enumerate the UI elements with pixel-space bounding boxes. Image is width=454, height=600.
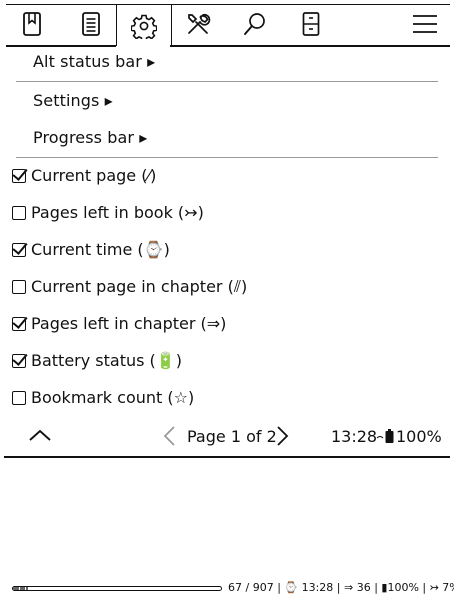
- tools-icon: [188, 13, 211, 34]
- chapter-tick: [68, 587, 70, 590]
- chapter-tick: [35, 587, 37, 590]
- chapter-tick: [173, 587, 174, 590]
- tab-settings[interactable]: [116, 5, 172, 46]
- tab-main-menu[interactable]: [402, 5, 448, 43]
- checkbox[interactable]: [12, 205, 26, 220]
- chapter-tick: [195, 587, 196, 590]
- checkbox[interactable]: [12, 280, 26, 294]
- chapter-tick: [145, 587, 147, 590]
- search-icon: [244, 13, 265, 35]
- chapter-tick: [134, 587, 136, 590]
- chapter-tick: [151, 587, 152, 590]
- chapter-tick: [200, 587, 202, 590]
- option-label: Current page (⁄): [31, 166, 157, 185]
- tab-tools[interactable]: [172, 5, 224, 43]
- hamburger-icon: [413, 15, 437, 33]
- tab-search[interactable]: [228, 5, 282, 43]
- tab-file-manager[interactable]: [286, 5, 336, 43]
- option-label: Current time (⌚): [31, 240, 170, 259]
- chapter-tick: [74, 587, 75, 590]
- battery-icon: [385, 429, 394, 443]
- separator: [16, 157, 438, 158]
- reading-progress-bar: [12, 586, 222, 591]
- option-label: Pages left in chapter (⇒): [31, 314, 227, 333]
- option-bookmark-count[interactable]: Bookmark count (☆): [12, 388, 194, 407]
- chapter-tick: [189, 587, 191, 590]
- document-list-icon: [82, 12, 100, 36]
- menu-bottom-border: [4, 456, 450, 458]
- chapter-tick: [140, 587, 141, 590]
- bookmark-icon: [23, 12, 41, 36]
- option-label: Bookmark count (☆): [31, 388, 195, 407]
- page-indicator: Page 1 of 2: [187, 427, 277, 446]
- chapter-tick: [112, 587, 114, 590]
- battery-percent: 100%: [396, 427, 442, 446]
- chapter-tick: [184, 587, 185, 590]
- option-label: Pages left in book (↣): [31, 203, 204, 222]
- chapter-tick: [85, 587, 86, 590]
- chapter-tick: [19, 587, 20, 590]
- option-current-time[interactable]: Current time (⌚): [12, 240, 170, 259]
- chapter-tick: [57, 587, 59, 590]
- chapter-tick: [107, 587, 108, 590]
- cabinet-icon: [302, 12, 320, 36]
- submenu-progress-bar[interactable]: Progress bar ▸: [33, 128, 147, 147]
- chapter-tick: [96, 587, 97, 590]
- chapter-tick: [178, 587, 180, 590]
- chapter-tick: [156, 587, 158, 590]
- option-pages-left-in-book[interactable]: Pages left in book (↣): [12, 203, 204, 222]
- checkbox[interactable]: [12, 168, 26, 183]
- option-battery-status[interactable]: Battery status (🔋): [12, 351, 182, 370]
- gear-icon: [131, 14, 157, 39]
- chapter-tick: [129, 587, 130, 590]
- menu-footer: Page 1 of 2 13:28 100%: [0, 422, 454, 452]
- chapter-tick: [30, 587, 31, 590]
- chapter-tick: [123, 587, 125, 590]
- tab-bar: [6, 4, 450, 47]
- checkbox[interactable]: [12, 353, 26, 368]
- tab-bar-underline: [6, 45, 116, 47]
- option-current-page-in-chapter[interactable]: Current page in chapter (⫽): [12, 277, 247, 297]
- tab-bar-underline: [170, 45, 450, 47]
- chapter-tick: [46, 587, 48, 590]
- clock-text: 13:28: [331, 427, 378, 446]
- tab-bookmarks[interactable]: [6, 5, 58, 43]
- checkbox[interactable]: [12, 390, 26, 405]
- option-label: Battery status (🔋): [31, 351, 182, 370]
- chapter-tick: [162, 587, 163, 590]
- chapter-tick: [79, 587, 81, 590]
- wifi-off-icon: [376, 436, 384, 439]
- chapter-tick: [211, 587, 213, 590]
- option-pages-left-in-chapter[interactable]: Pages left in chapter (⇒): [12, 314, 226, 333]
- chapter-tick: [118, 587, 119, 590]
- option-current-page[interactable]: Current page (⁄): [12, 166, 156, 185]
- option-label: Current page in chapter (⫽): [31, 277, 248, 296]
- chevron-left-icon[interactable]: [162, 425, 176, 447]
- checkbox[interactable]: [12, 316, 26, 331]
- chapter-tick: [24, 587, 26, 590]
- chapter-tick: [63, 587, 64, 590]
- separator: [16, 81, 438, 82]
- status-bar: 67 / 907 | ⌚ 13:28 | ⇒ 36 | ▮100% | ↣ 7%: [0, 580, 454, 596]
- chapter-tick: [41, 587, 42, 590]
- chapter-tick: [52, 587, 53, 590]
- chapter-tick: [90, 587, 92, 590]
- chapter-tick: [206, 587, 207, 590]
- chevron-up-icon[interactable]: [28, 428, 52, 442]
- progress-fill: [13, 587, 29, 590]
- checkbox[interactable]: [12, 242, 26, 257]
- submenu-settings[interactable]: Settings ▸: [33, 91, 113, 110]
- chevron-right-icon[interactable]: [276, 425, 290, 447]
- tab-toc[interactable]: [66, 5, 116, 43]
- submenu-alt-status-bar[interactable]: Alt status bar ▸: [33, 52, 155, 71]
- status-text: 67 / 907 | ⌚ 13:28 | ⇒ 36 | ▮100% | ↣ 7%: [228, 581, 454, 594]
- chapter-tick: [167, 587, 169, 590]
- chapter-tick: [101, 587, 103, 590]
